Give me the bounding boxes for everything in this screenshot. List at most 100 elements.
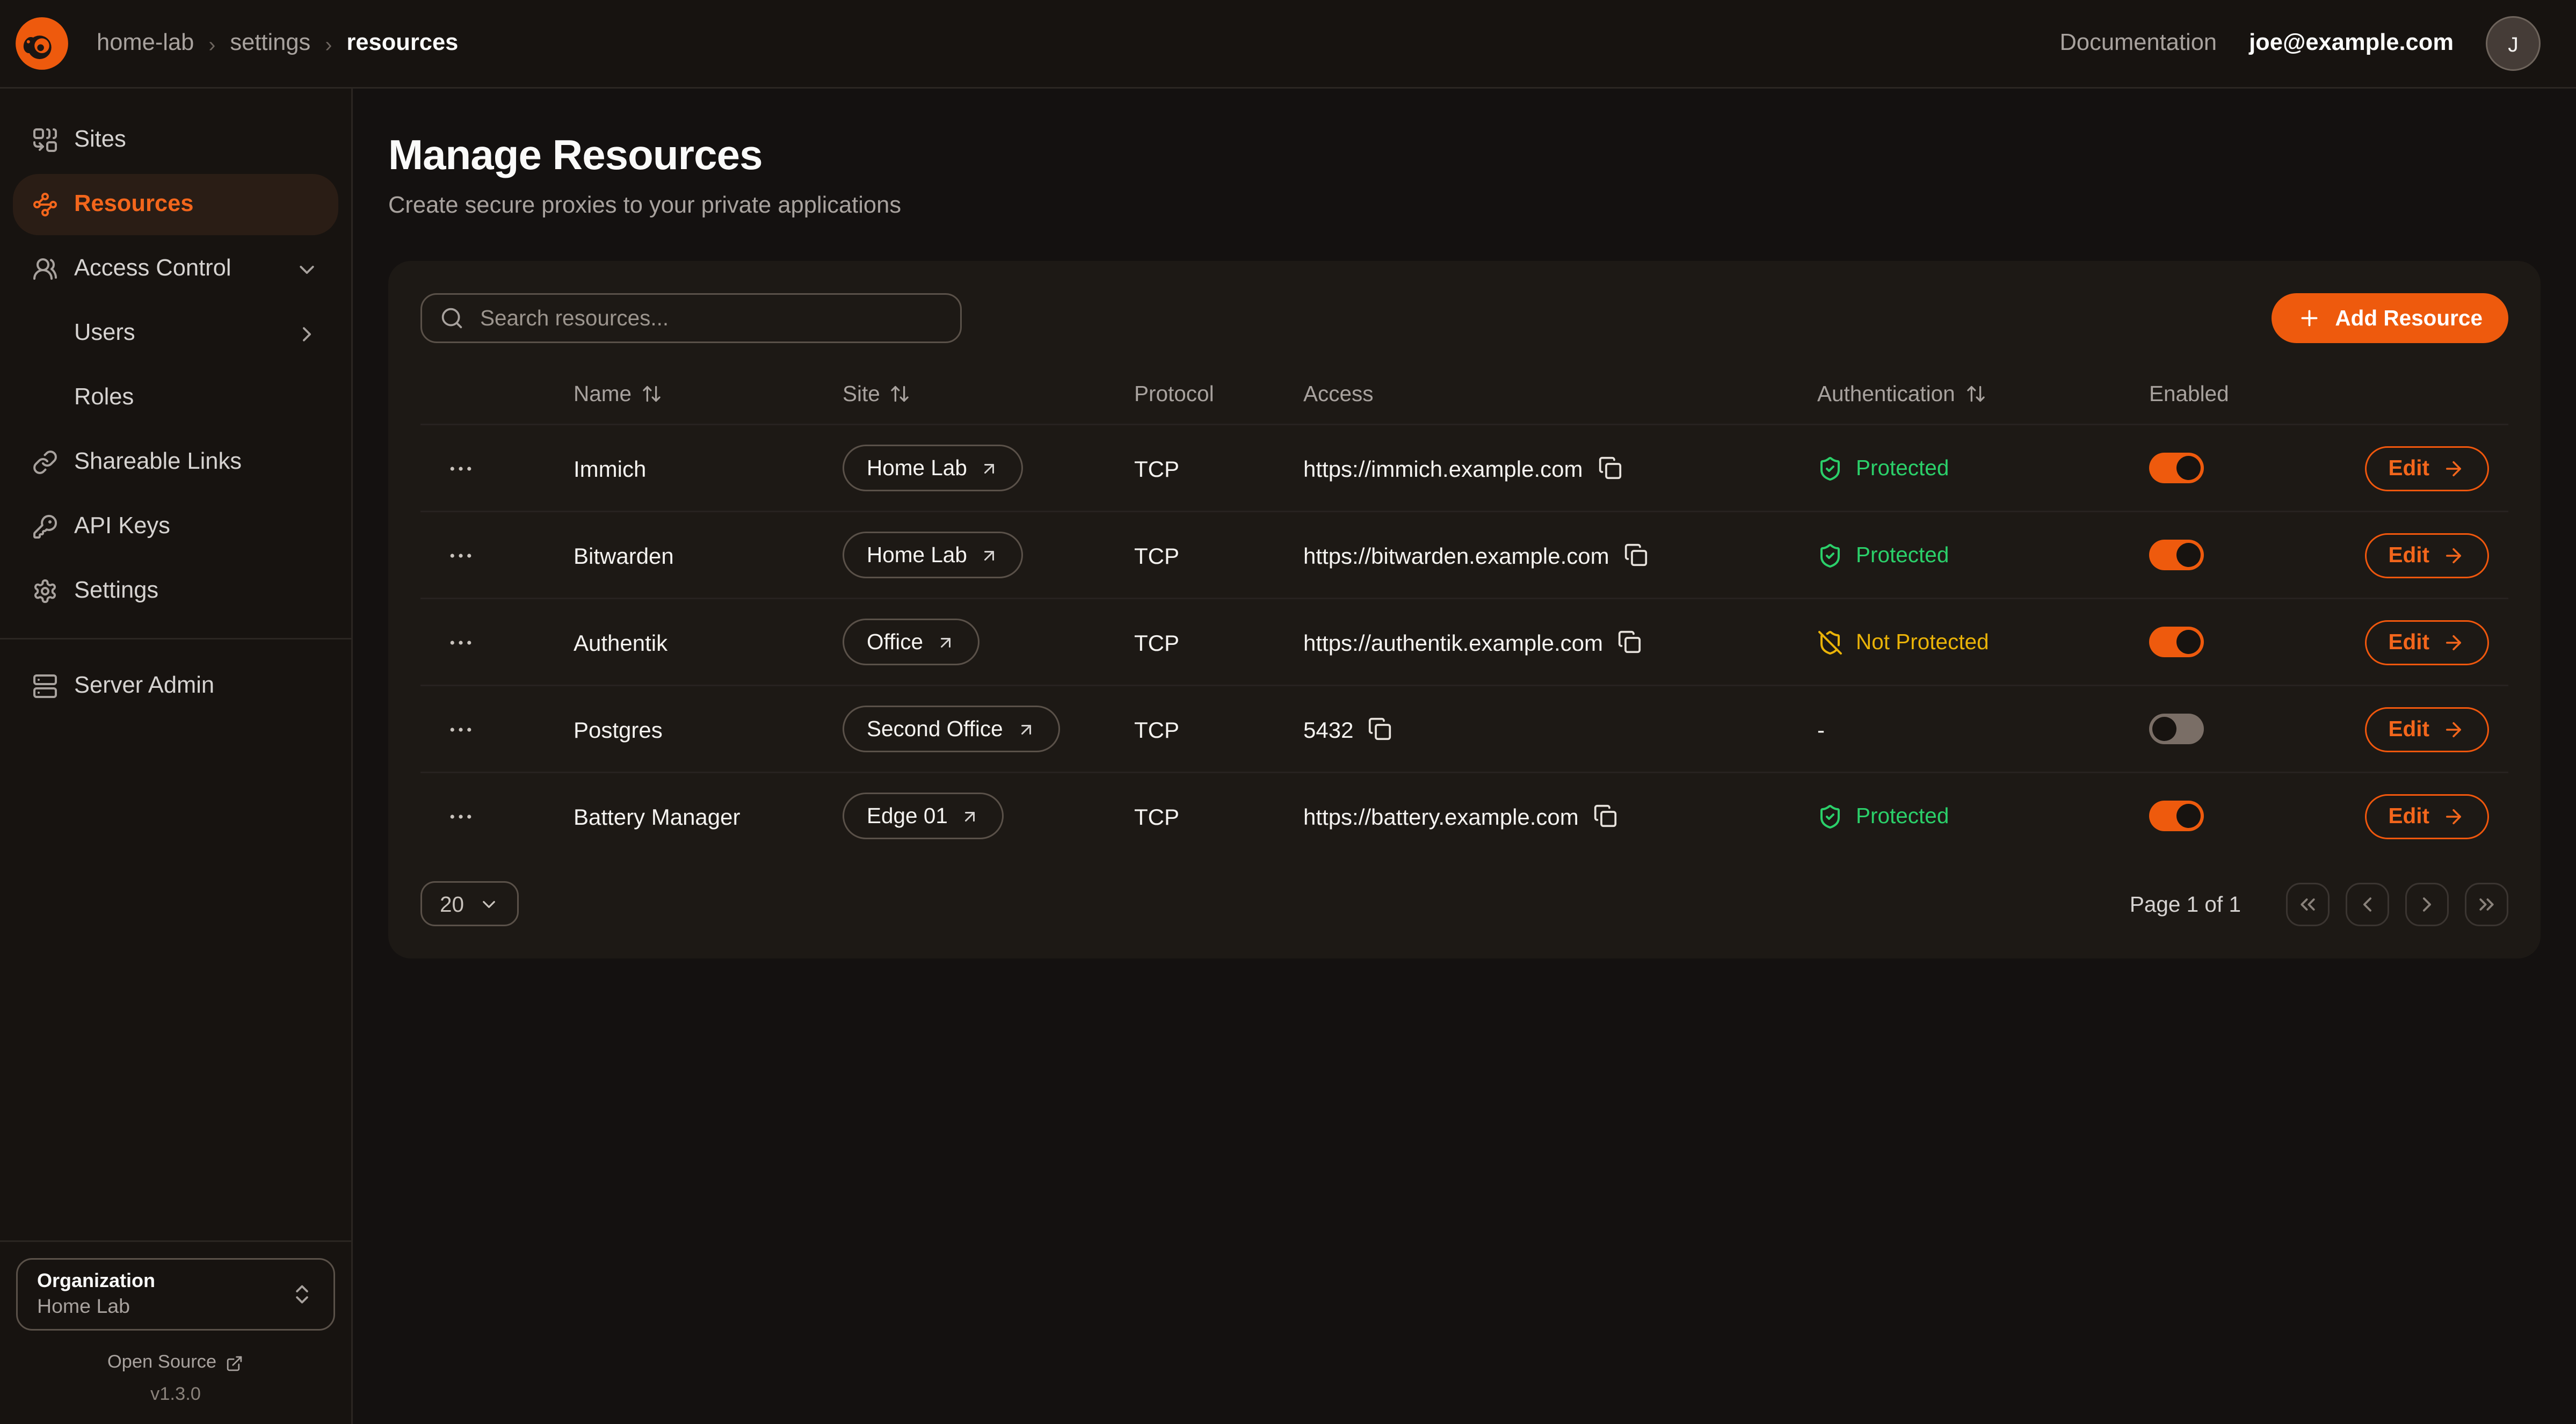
auth-badge: Protected (1817, 542, 1949, 568)
add-resource-button[interactable]: Add Resource (2272, 293, 2508, 343)
edit-button[interactable]: Edit (2364, 533, 2490, 578)
site-link-chip[interactable]: Edge 01 (843, 793, 1004, 839)
edit-button[interactable]: Edit (2364, 794, 2490, 839)
user-email[interactable]: joe@example.com (2249, 31, 2454, 56)
ellipsis-icon (446, 628, 475, 657)
resource-protocol: TCP (1134, 803, 1303, 829)
column-header-authentication[interactable]: Authentication (1817, 381, 2149, 405)
sidebar-item-access-control[interactable]: Access Control (13, 238, 338, 300)
combine-icon (32, 127, 58, 153)
site-link-chip[interactable]: Home Lab (843, 532, 1024, 578)
auth-none-value: - (1817, 716, 1825, 742)
row-actions-button[interactable] (446, 628, 475, 657)
row-actions-button[interactable] (446, 802, 475, 831)
table-row: Immich Home Lab TCP https://immich.examp… (420, 424, 2508, 511)
resource-access: https://authentik.example.com (1303, 629, 1603, 655)
sidebar: SitesResources Access Control UsersRolesSh… (0, 89, 353, 1424)
table-header-row: NameSiteProtocolAccessAuthenticationEnab… (420, 362, 2508, 424)
sidebar-item-roles[interactable]: Roles (13, 367, 338, 428)
copy-button[interactable] (1624, 543, 1648, 567)
copy-button[interactable] (1368, 717, 1392, 741)
arrow-right-icon (2442, 631, 2465, 653)
page-size-select[interactable]: 20 (420, 881, 519, 926)
ellipsis-icon (446, 802, 475, 831)
row-actions-button[interactable] (446, 454, 475, 483)
ellipsis-icon (446, 454, 475, 483)
open-source-label: Open Source (107, 1353, 216, 1372)
breadcrumb-settings[interactable]: settings (230, 31, 310, 56)
chevron-right-icon (2415, 892, 2439, 916)
prev-page-button[interactable] (2346, 882, 2389, 926)
next-page-button[interactable] (2405, 882, 2449, 926)
column-header-enabled: Enabled (2149, 381, 2349, 405)
edit-button[interactable]: Edit (2364, 446, 2490, 491)
site-link-chip[interactable]: Office (843, 619, 979, 665)
documentation-link[interactable]: Documentation (2060, 31, 2217, 56)
arrow-up-right-icon (936, 633, 955, 652)
sidebar-item-resources[interactable]: Resources (13, 174, 338, 235)
resource-access: https://battery.example.com (1303, 803, 1579, 829)
site-link-chip[interactable]: Home Lab (843, 445, 1024, 491)
sidebar-divider (0, 638, 351, 640)
page-subtitle: Create secure proxies to your private ap… (388, 193, 2541, 219)
edit-button[interactable]: Edit (2364, 620, 2490, 665)
copy-icon (1617, 630, 1642, 654)
copy-button[interactable] (1617, 630, 1642, 654)
search-input[interactable] (477, 304, 942, 332)
last-page-button[interactable] (2465, 882, 2508, 926)
users-icon (32, 256, 58, 282)
avatar[interactable]: J (2486, 16, 2541, 71)
copy-button[interactable] (1598, 456, 1622, 480)
column-header-name[interactable]: Name (574, 381, 843, 405)
key-icon (32, 514, 58, 540)
row-actions-button[interactable] (446, 715, 475, 744)
sidebar-item-users[interactable]: Users (13, 303, 338, 364)
sidebar-item-sites[interactable]: Sites (13, 110, 338, 171)
copy-icon (1624, 543, 1648, 567)
search-box (420, 293, 962, 343)
column-header-site[interactable]: Site (843, 381, 1134, 405)
sidebar-item-settings[interactable]: Settings (13, 561, 338, 622)
copy-icon (1593, 804, 1617, 828)
arrow-right-icon (2442, 718, 2465, 740)
resource-protocol: TCP (1134, 455, 1303, 481)
resource-name: Battery Manager (574, 803, 843, 829)
app: home-lab › settings › resources Document… (0, 0, 2576, 1424)
resources-table: NameSiteProtocolAccessAuthenticationEnab… (420, 362, 2508, 859)
resource-protocol: TCP (1134, 629, 1303, 655)
enabled-toggle[interactable] (2149, 540, 2204, 570)
pangolin-logo-icon[interactable] (13, 14, 71, 72)
sidebar-item-server-admin[interactable]: Server Admin (13, 656, 338, 717)
shield-off-icon (1817, 629, 1843, 655)
sidebar-item-label: Access Control (74, 256, 231, 282)
resource-protocol: TCP (1134, 716, 1303, 742)
sidebar-item-shareable-links[interactable]: Shareable Links (13, 432, 338, 493)
first-page-button[interactable] (2286, 882, 2330, 926)
sidebar-item-api-keys[interactable]: API Keys (13, 496, 338, 557)
auth-badge: Protected (1817, 455, 1949, 481)
arrow-up-right-icon (1016, 720, 1035, 739)
auth-badge: Not Protected (1817, 629, 1989, 655)
sort-icon (641, 383, 662, 404)
sidebar-nav: SitesResources Access Control UsersRolesSh… (0, 89, 351, 1240)
enabled-toggle[interactable] (2149, 801, 2204, 831)
resource-name: Authentik (574, 629, 843, 655)
waypoints-icon (32, 192, 58, 217)
enabled-toggle[interactable] (2149, 627, 2204, 657)
row-actions-button[interactable] (446, 541, 475, 570)
version-label: v1.3.0 (16, 1385, 335, 1405)
enabled-toggle[interactable] (2149, 453, 2204, 483)
site-link-chip[interactable]: Second Office (843, 706, 1060, 752)
table-body: Immich Home Lab TCP https://immich.examp… (420, 424, 2508, 859)
resource-access: 5432 (1303, 716, 1353, 742)
breadcrumb-org[interactable]: home-lab (97, 31, 194, 56)
breadcrumb-resources[interactable]: resources (346, 31, 458, 56)
arrow-up-right-icon (961, 807, 980, 826)
enabled-toggle[interactable] (2149, 714, 2204, 744)
org-selector[interactable]: Organization Home Lab (16, 1258, 335, 1331)
auth-badge: Protected (1817, 803, 1949, 829)
edit-button[interactable]: Edit (2364, 707, 2490, 752)
chevrons-up-down-icon (290, 1282, 314, 1306)
open-source-link[interactable]: Open Source (16, 1353, 335, 1372)
copy-button[interactable] (1593, 804, 1617, 828)
